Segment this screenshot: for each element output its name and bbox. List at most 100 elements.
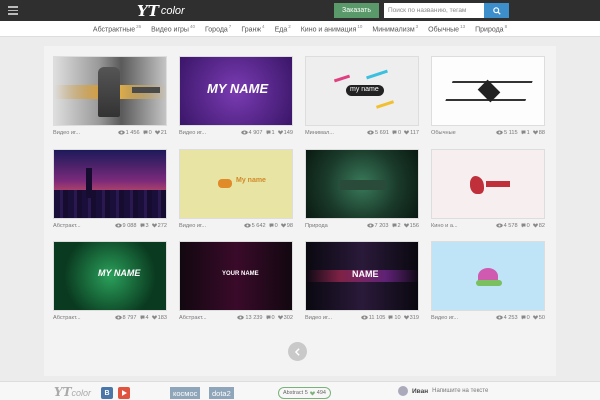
banner-thumbnail[interactable]: my name (305, 56, 419, 126)
comments-icon (140, 223, 145, 228)
card-category: Природа (305, 222, 328, 229)
avatar (398, 386, 408, 396)
card-category: Абстракт... (179, 314, 207, 321)
chevron-left-icon (294, 347, 300, 356)
banner-thumbnail[interactable]: My name (179, 149, 293, 219)
category-video-games[interactable]: Видео игры40 (151, 24, 195, 33)
banner-card[interactable]: Абстракт... 9 088 3 272 (53, 149, 167, 233)
search-input[interactable] (384, 3, 484, 18)
comments-icon (266, 130, 271, 135)
comments-icon (521, 130, 526, 135)
category-grunge[interactable]: Гранж4 (241, 24, 264, 33)
trending-badge[interactable]: Abstract 5 494 (278, 387, 331, 399)
banner-card[interactable]: My name Видео иг... 5 642 0 98 (179, 149, 293, 233)
likes-icon (277, 130, 283, 135)
card-meta: Минимал... 5 691 0 117 (305, 129, 419, 136)
category-food[interactable]: Еда2 (275, 24, 291, 33)
category-cities[interactable]: Города7 (205, 24, 231, 33)
card-meta: Кино и а... 4 578 0 82 (431, 222, 545, 229)
views-icon (366, 223, 374, 228)
thumb-text: My name (236, 177, 266, 184)
comments-icon (388, 315, 393, 320)
card-category: Видео иг... (179, 129, 207, 136)
likes-icon (403, 315, 409, 320)
views-icon (114, 223, 122, 228)
banner-thumbnail[interactable] (431, 149, 545, 219)
views-icon (243, 223, 251, 228)
likes-icon (532, 130, 538, 135)
card-meta: Абстракт... 8 797 4 183 (53, 314, 167, 321)
banner-thumbnail[interactable] (53, 149, 167, 219)
card-meta: Видео иг... 4 907 1 149 (179, 129, 293, 136)
banner-thumbnail[interactable]: MY NAME (53, 241, 167, 311)
recent-comment[interactable]: Иван Напишите на тексте (398, 386, 488, 396)
comments-icon (521, 315, 526, 320)
card-meta: Видео иг... 11 105 10 319 (305, 314, 419, 321)
top-bar: YT color Заказать (0, 0, 600, 21)
likes-icon (154, 130, 160, 135)
category-cinema[interactable]: Кино и анимация10 (301, 24, 363, 33)
banner-thumbnail[interactable]: YOUR NAME (179, 241, 293, 311)
prev-page-button[interactable] (288, 342, 307, 361)
category-ordinary[interactable]: Обычные13 (428, 24, 465, 33)
banner-card[interactable]: Кино и а... 4 578 0 82 (431, 149, 545, 233)
search-button[interactable] (484, 3, 509, 18)
banner-card[interactable]: Видео иг... 4 253 0 50 (431, 241, 545, 325)
views-icon (117, 130, 125, 135)
likes-icon (403, 223, 409, 228)
banner-thumbnail[interactable] (431, 56, 545, 126)
category-bar: Абстрактные26 Видео игры40 Города7 Гранж… (0, 21, 600, 37)
likes-icon (280, 223, 286, 228)
comments-icon (143, 130, 148, 135)
site-logo[interactable]: YT color (137, 1, 185, 20)
tag-link[interactable]: dota2 (209, 387, 234, 399)
footer-logo[interactable]: YTcolor (54, 385, 91, 399)
card-category: Абстракт... (53, 222, 81, 229)
card-category: Обычные (431, 129, 456, 136)
thumb-text: my name (350, 86, 379, 93)
youtube-button[interactable] (118, 387, 130, 399)
youtube-icon (121, 390, 127, 396)
comments-icon (392, 223, 397, 228)
footer: YTcolor B космос dota2 Abstract 5 494 Ив… (0, 381, 600, 400)
views-icon (367, 130, 374, 135)
views-icon (114, 315, 122, 320)
card-category: Минимал... (305, 129, 334, 136)
card-meta: Природа 7 203 2 156 (305, 222, 419, 229)
likes-icon (277, 315, 283, 320)
card-meta: Видео иг... 5 642 0 98 (179, 222, 293, 229)
category-nature[interactable]: Природа8 (475, 24, 507, 33)
logo-text: color (160, 4, 185, 17)
banner-card[interactable]: NAME Видео иг... 11 105 10 319 (305, 241, 419, 325)
banner-card[interactable]: MY NAME Видео иг... 4 907 1 149 (179, 56, 293, 140)
card-meta: Абстракт... 9 088 3 272 (53, 222, 167, 229)
vk-button[interactable]: B (101, 387, 113, 399)
order-button[interactable]: Заказать (334, 3, 379, 18)
banner-thumbnail[interactable]: NAME (305, 241, 419, 311)
views-icon (237, 315, 245, 320)
banner-thumbnail[interactable] (53, 56, 167, 126)
card-category: Абстракт... (53, 314, 81, 321)
views-icon (240, 130, 248, 135)
banner-card[interactable]: MY NAME Абстракт... 8 797 4 183 (53, 241, 167, 325)
comments-icon (140, 315, 145, 320)
thumb-text: MY NAME (207, 81, 269, 96)
banner-card[interactable]: my name Минимал... 5 691 0 117 (305, 56, 419, 140)
card-category: Видео иг... (305, 314, 333, 321)
likes-icon (151, 315, 157, 320)
hamburger-menu-icon[interactable] (8, 6, 18, 15)
banner-thumbnail[interactable] (305, 149, 419, 219)
views-icon (495, 315, 503, 320)
tag-link[interactable]: космос (170, 387, 201, 399)
banner-card[interactable]: Природа 7 203 2 156 (305, 149, 419, 233)
banner-card[interactable]: Обычные 5 115 1 88 (431, 56, 545, 140)
likes-icon (532, 223, 538, 228)
banner-card[interactable]: YOUR NAME Абстракт... 13 239 0 302 (179, 241, 293, 325)
category-abstract[interactable]: Абстрактные26 (93, 24, 141, 33)
card-category: Видео иг... (53, 129, 81, 136)
banner-thumbnail[interactable] (431, 241, 545, 311)
thumb-text: MY NAME (98, 268, 141, 278)
banner-card[interactable]: Видео иг... 1 456 0 21 (53, 56, 167, 140)
category-minimalism[interactable]: Минимализм3 (372, 24, 418, 33)
banner-thumbnail[interactable]: MY NAME (179, 56, 293, 126)
